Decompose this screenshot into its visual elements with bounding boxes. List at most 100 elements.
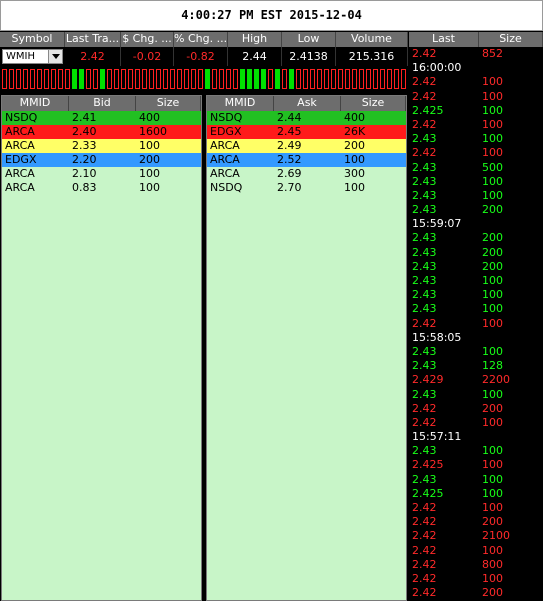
ts-trade-row[interactable]: 2.43 100 [409, 473, 543, 487]
depth-cell-mmid: ARCA [210, 167, 240, 180]
ts-trade-row[interactable]: 2.429 2200 [409, 373, 543, 387]
ts-trade-row[interactable]: 2.42 800 [409, 558, 543, 572]
ts-size: 100 [482, 188, 503, 202]
bid-header: MMID Bid Size [2, 96, 201, 111]
ts-trade-row[interactable]: 2.42 100 [409, 501, 543, 515]
ts-trade-row[interactable]: 2.42 100 [409, 146, 543, 160]
tick-mark [205, 69, 210, 89]
col-last-trade[interactable]: Last Tra... [65, 32, 121, 47]
ts-trade-row[interactable]: 2.43 200 [409, 231, 543, 245]
tick-indicator-bar [0, 67, 408, 91]
ts-price: 2.425 [412, 486, 444, 500]
depth-cell-price: 2.10 [72, 167, 97, 180]
tick-mark [331, 69, 336, 89]
ts-trade-row[interactable]: 2.42 100 [409, 75, 543, 89]
col-low[interactable]: Low [282, 32, 336, 47]
ts-trade-row[interactable]: 2.43 128 [409, 359, 543, 373]
ts-trade-row[interactable]: 2.42 200 [409, 586, 543, 600]
ts-trade-row[interactable]: 2.43 100 [409, 175, 543, 189]
depth-row[interactable]: EDGX 2.45 26K [207, 125, 406, 139]
bid-col-mmid[interactable]: MMID [2, 96, 69, 111]
ts-trade-row[interactable]: 2.42 200 [409, 515, 543, 529]
depth-row[interactable]: NSDQ 2.41 400 [2, 111, 201, 125]
depth-row[interactable]: ARCA 2.10 100 [2, 167, 201, 181]
ts-trade-row[interactable]: 2.43 100 [409, 388, 543, 402]
ts-size: 200 [482, 586, 503, 600]
depth-row[interactable]: ARCA 2.40 1600 [2, 125, 201, 139]
chevron-down-icon [51, 54, 60, 59]
percent-change-value: -0.82 [174, 47, 228, 66]
depth-row[interactable]: ARCA 2.69 300 [207, 167, 406, 181]
depth-row[interactable]: ARCA 2.52 100 [207, 153, 406, 167]
depth-cell-mmid: ARCA [5, 181, 35, 194]
bid-col-bid[interactable]: Bid [69, 96, 136, 111]
depth-cell-mmid: ARCA [5, 125, 35, 138]
ts-trade-row[interactable]: 2.43 200 [409, 260, 543, 274]
ts-trade-row[interactable]: 2.43 100 [409, 288, 543, 302]
bid-col-size[interactable]: Size [136, 96, 201, 111]
quote-row: WMIH 2.42 -0.02 -0.82 2.44 2.4138 215.31… [0, 47, 408, 66]
depth-row[interactable]: NSDQ 2.44 400 [207, 111, 406, 125]
ts-trade-row[interactable]: 2.43 500 [409, 161, 543, 175]
ts-trade-row[interactable]: 2.43 100 [409, 132, 543, 146]
ts-size: 100 [482, 146, 503, 160]
col-volume[interactable]: Volume [336, 32, 408, 47]
ts-price: 2.43 [412, 359, 437, 373]
depth-row[interactable]: EDGX 2.20 200 [2, 153, 201, 167]
depth-row[interactable]: ARCA 2.49 200 [207, 139, 406, 153]
col-percent-change[interactable]: % Chg. ... [174, 32, 228, 47]
ts-size: 100 [482, 444, 503, 458]
col-high[interactable]: High [228, 32, 282, 47]
ts-trade-row[interactable]: 2.425 100 [409, 104, 543, 118]
depth-row[interactable]: ARCA 2.33 100 [2, 139, 201, 153]
ts-price: 2.42 [412, 117, 437, 131]
ts-time-stamp: 15:57:11 [412, 430, 462, 444]
tick-mark [380, 69, 385, 89]
ts-trade-row[interactable]: 2.43 100 [409, 302, 543, 316]
ts-trade-row[interactable]: 2.42 200 [409, 402, 543, 416]
symbol-dropdown[interactable]: WMIH [2, 49, 63, 64]
col-symbol[interactable]: Symbol [0, 32, 65, 47]
ts-header: Last Size [409, 32, 543, 47]
tick-mark [170, 69, 175, 89]
ts-trade-row[interactable]: 2.43 100 [409, 189, 543, 203]
ts-price: 2.42 [412, 501, 437, 514]
ts-col-size[interactable]: Size [479, 32, 543, 47]
depth-cell-size: 200 [139, 153, 160, 166]
ts-trade-row[interactable]: 2.43 200 [409, 246, 543, 260]
ts-trade-row[interactable]: 2.42 852 [409, 47, 543, 61]
ask-col-size[interactable]: Size [341, 96, 406, 111]
ts-trade-row[interactable]: 2.42 100 [409, 118, 543, 132]
tick-mark [177, 69, 182, 89]
ts-trade-row[interactable]: 2.42 100 [409, 416, 543, 430]
ask-col-mmid[interactable]: MMID [207, 96, 274, 111]
ts-trade-row[interactable]: 2.43 100 [409, 444, 543, 458]
tick-mark [9, 69, 14, 89]
volume-value: 215.316 [336, 47, 408, 66]
ts-trade-row[interactable]: 2.42 100 [409, 317, 543, 331]
ts-trade-row[interactable]: 2.43 100 [409, 345, 543, 359]
ts-trade-row[interactable]: 2.43 200 [409, 203, 543, 217]
ts-size: 100 [482, 174, 503, 188]
tick-mark [345, 69, 350, 89]
tick-mark [289, 69, 294, 89]
depth-row[interactable]: NSDQ 2.70 100 [207, 181, 406, 195]
tick-mark [401, 69, 406, 89]
ts-price: 2.429 [412, 373, 444, 387]
dropdown-arrow[interactable] [48, 50, 62, 63]
ask-panel: MMID Ask Size NSDQ 2.44 400 EDGX 2.45 26K ARCA… [206, 95, 407, 601]
ts-trade-row[interactable]: 2.43 100 [409, 274, 543, 288]
ts-trade-row[interactable]: 2.42 100 [409, 572, 543, 586]
ts-trade-row[interactable]: 2.42 2100 [409, 529, 543, 543]
low-value: 2.4138 [282, 47, 336, 66]
col-dollar-change[interactable]: $ Chg. ... [121, 32, 174, 47]
ts-size: 100 [482, 387, 503, 401]
ts-col-last[interactable]: Last [409, 32, 479, 47]
depth-cell-mmid: ARCA [210, 139, 240, 152]
ts-trade-row[interactable]: 2.42 100 [409, 90, 543, 104]
ts-trade-row[interactable]: 2.42 100 [409, 544, 543, 558]
ask-col-ask[interactable]: Ask [274, 96, 341, 111]
ts-trade-row[interactable]: 2.425 100 [409, 487, 543, 501]
depth-row[interactable]: ARCA 0.83 100 [2, 181, 201, 195]
ts-trade-row[interactable]: 2.425 100 [409, 458, 543, 472]
